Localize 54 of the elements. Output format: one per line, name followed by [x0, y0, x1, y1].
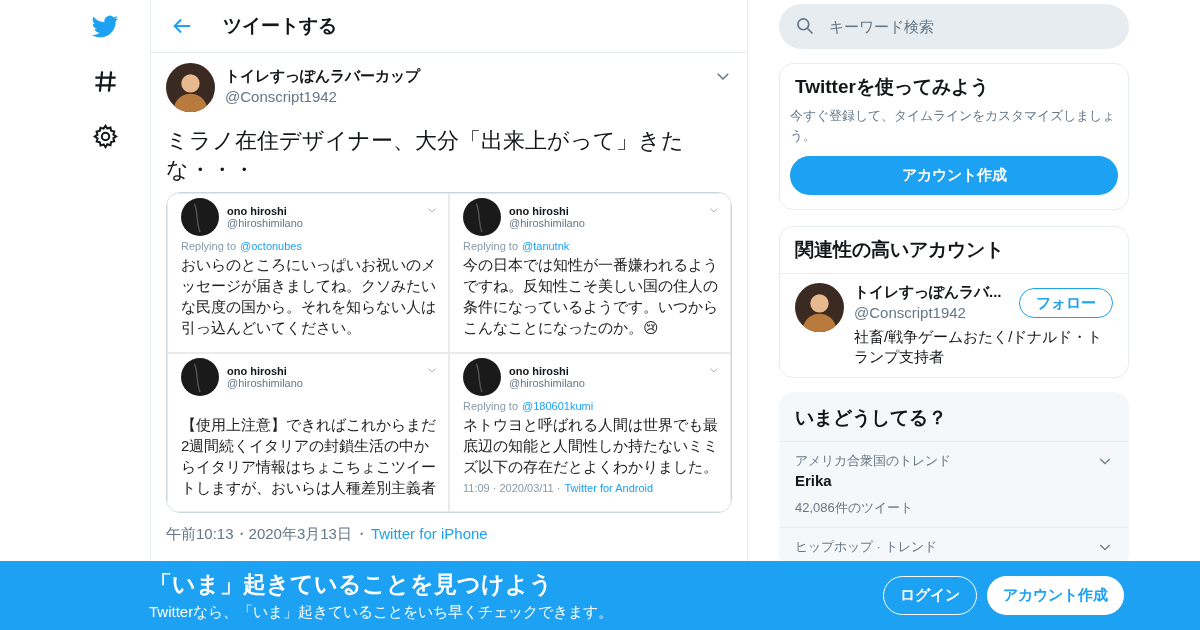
author-name[interactable]: トイレすっぽんラバーカップ — [225, 67, 704, 86]
reply-mention: @octonubes — [240, 240, 302, 252]
reply-label: Replying to — [463, 240, 519, 252]
post-text: 【使用上注意】できればこれからまだ2週間続くイタリアの封鎖生活の中からイタリア情報はちょこちょこツイートしますが、おいらは人種差別主義者 — [181, 415, 437, 498]
reply-mention: @tanutnk — [522, 240, 570, 252]
bird-logo-icon[interactable] — [90, 13, 120, 40]
avatar-icon[interactable] — [795, 283, 844, 332]
post-source: Twitter for Android — [564, 482, 654, 494]
card-title: Twitterを使ってみよう — [794, 75, 990, 99]
signup-button[interactable]: アカウント作成 — [987, 576, 1124, 615]
post-text: おいらのところにいっぱいお祝いのメッセージが届きましてね。クソみたいな民度の国から。それを知らない人は引っ込んどいてください。 — [181, 255, 437, 338]
post-timestamp: 11:09 · 2020/03/11 · — [463, 482, 561, 494]
account-handle[interactable]: @Conscript1942 — [854, 304, 1011, 321]
tweet-date: 午前10:13・2020年3月13日 — [166, 525, 352, 544]
card-title: 関連性の高いアカウント — [780, 227, 1128, 274]
post-author-name: ono hiroshi — [509, 365, 570, 377]
trend-count: 42,086件のツイート — [795, 499, 914, 517]
settings-icon[interactable] — [91, 123, 119, 150]
avatar-icon[interactable] — [166, 63, 215, 112]
tweet-text: ミラノ在住デザイナー、大分「出来上がって」きたな・・・ — [166, 127, 685, 184]
author-handle[interactable]: @Conscript1942 — [225, 88, 704, 105]
avatar-icon — [181, 198, 219, 236]
post-author-handle: @hiroshimilano — [509, 217, 586, 229]
post-author-name: ono hiroshi — [227, 205, 288, 217]
post-author-handle: @hiroshimilano — [509, 377, 586, 389]
trend-context: アメリカ合衆国のトレンド — [795, 452, 951, 470]
reply-mention: @180601kumi — [522, 400, 594, 412]
account-bio: 社畜/戦争ゲームおたく/ドナルド・トランプ支持者 — [854, 327, 1104, 367]
post-author-handle: @hiroshimilano — [227, 217, 304, 229]
banner-text: Twitterなら、「いま」起きていることをいち早くチェックできます。 — [149, 603, 614, 622]
embedded-screenshot[interactable] — [166, 192, 732, 513]
post-author-name: ono hiroshi — [227, 365, 288, 377]
reply-label: Replying to — [181, 240, 237, 252]
account-name[interactable]: トイレすっぽんラバ... — [854, 283, 1011, 302]
card-text: 今すぐ登録して、タイムラインをカスタマイズしましょう。 — [790, 108, 1116, 145]
page-title: ツイートする — [223, 14, 337, 38]
search-field[interactable]: キーワード検索 — [779, 4, 1129, 49]
avatar-icon — [463, 358, 501, 396]
source-link[interactable]: Twitter for iPhone — [370, 525, 488, 544]
avatar-icon — [463, 198, 501, 236]
avatar-icon — [181, 358, 219, 396]
post-author-handle: @hiroshimilano — [227, 377, 304, 389]
card-title: いまどうしてる？ — [780, 393, 1128, 442]
post-text: ネトウヨと呼ばれる人間は世界でも最底辺の知能と人間性しか持たないミミズ以下の存在だとよくわかりました。 — [463, 415, 719, 477]
trend-name[interactable]: Erika — [795, 472, 1113, 489]
signup-button[interactable]: アカウント作成 — [790, 156, 1118, 195]
reply-label: Replying to — [463, 400, 519, 412]
trend-context: ヒップホップ · トレンド — [795, 538, 937, 556]
banner-title: 「いま」起きていることを見つけよう — [149, 570, 554, 599]
search-icon — [795, 16, 815, 36]
follow-button[interactable]: フォロー — [1019, 288, 1113, 318]
post-text: 今の日本では知性が一番嫌われるようですね。反知性こそ美しい国の住人の条件になっているようです。いつからこんなことになったのか。😢 — [463, 255, 719, 338]
separator: ・ — [353, 525, 369, 544]
post-author-name: ono hiroshi — [509, 205, 570, 217]
